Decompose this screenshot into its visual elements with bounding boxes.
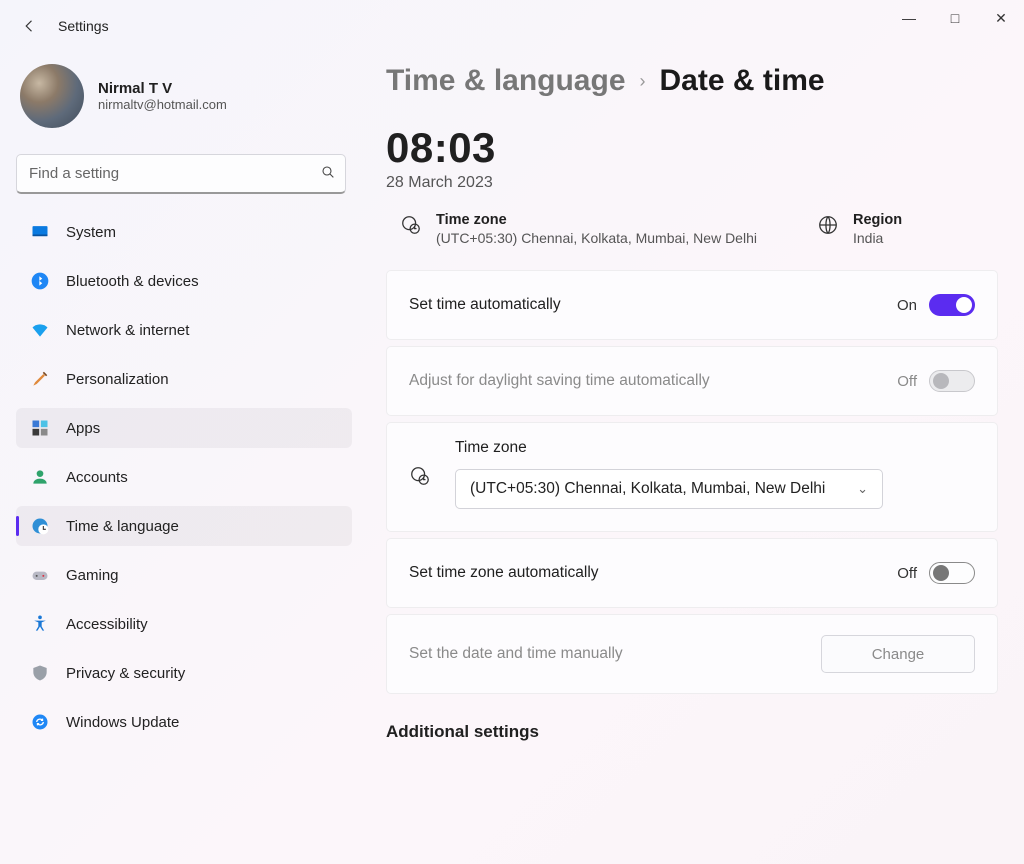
accessibility-icon — [30, 614, 50, 634]
update-icon — [30, 712, 50, 732]
summary-row: Time zone (UTC+05:30) Chennai, Kolkata, … — [386, 212, 998, 246]
sidebar-item-gaming[interactable]: Gaming — [16, 555, 352, 595]
sidebar-item-time-language[interactable]: Time & language — [16, 506, 352, 546]
avatar — [20, 64, 84, 128]
summary-timezone[interactable]: Time zone (UTC+05:30) Chennai, Kolkata, … — [400, 212, 757, 246]
breadcrumb-current: Date & time — [660, 64, 825, 98]
sidebar-item-label: Apps — [66, 420, 100, 437]
system-icon — [30, 222, 50, 242]
gaming-icon — [30, 565, 50, 585]
summary-region-label: Region — [853, 212, 902, 228]
window-controls: — □ ✕ — [886, 0, 1024, 36]
main-content: Time & language › Date & time 08:03 28 M… — [386, 64, 998, 864]
chevron-right-icon: › — [640, 71, 646, 92]
sidebar-item-label: Network & internet — [66, 322, 189, 339]
setting-set-tz-auto[interactable]: Set time zone automatically Off — [386, 538, 998, 608]
setting-label: Set time zone automatically — [409, 564, 599, 582]
back-icon[interactable] — [18, 14, 42, 38]
clock-globe-icon — [30, 516, 50, 536]
timezone-icon — [409, 465, 433, 492]
app-title: Settings — [58, 18, 109, 34]
sidebar-item-label: System — [66, 224, 116, 241]
setting-label: Adjust for daylight saving time automati… — [409, 372, 710, 390]
current-time: 08:03 — [386, 124, 998, 172]
search-icon — [320, 164, 336, 184]
summary-region[interactable]: Region India — [817, 212, 902, 246]
chevron-down-icon: ⌄ — [857, 481, 868, 497]
sidebar-item-label: Gaming — [66, 567, 119, 584]
search-box — [16, 154, 348, 194]
toggle-state: Off — [897, 565, 917, 582]
wifi-icon — [30, 320, 50, 340]
nav: System Bluetooth & devices Network & int… — [16, 212, 352, 749]
sidebar-item-apps[interactable]: Apps — [16, 408, 352, 448]
sidebar-item-windows-update[interactable]: Windows Update — [16, 702, 352, 742]
sidebar-item-network[interactable]: Network & internet — [16, 310, 352, 350]
summary-region-value: India — [853, 230, 902, 246]
setting-label: Set time automatically — [409, 296, 561, 314]
sidebar: Nirmal T V nirmaltv@hotmail.com System B… — [16, 58, 352, 749]
sidebar-item-label: Time & language — [66, 518, 179, 535]
breadcrumb-parent[interactable]: Time & language — [386, 64, 626, 98]
sidebar-item-label: Accounts — [66, 469, 128, 486]
sidebar-item-accessibility[interactable]: Accessibility — [16, 604, 352, 644]
globe-icon — [817, 214, 839, 236]
toggle-state: Off — [897, 373, 917, 390]
sidebar-item-label: Personalization — [66, 371, 169, 388]
sidebar-item-accounts[interactable]: Accounts — [16, 457, 352, 497]
sidebar-item-label: Accessibility — [66, 616, 148, 633]
current-date: 28 March 2023 — [386, 174, 998, 192]
accounts-icon — [30, 467, 50, 487]
toggle-set-time-auto[interactable] — [929, 294, 975, 316]
timezone-label: Time zone — [455, 439, 975, 457]
timezone-icon — [400, 214, 422, 236]
minimize-button[interactable]: — — [886, 0, 932, 36]
search-input[interactable] — [16, 154, 346, 194]
breadcrumb: Time & language › Date & time — [386, 64, 998, 98]
apps-icon — [30, 418, 50, 438]
sidebar-item-system[interactable]: System — [16, 212, 352, 252]
change-button[interactable]: Change — [821, 635, 975, 673]
close-button[interactable]: ✕ — [978, 0, 1024, 36]
profile-email: nirmaltv@hotmail.com — [98, 97, 227, 112]
additional-settings-header: Additional settings — [386, 722, 998, 742]
sidebar-item-label: Windows Update — [66, 714, 179, 731]
brush-icon — [30, 369, 50, 389]
sidebar-item-privacy[interactable]: Privacy & security — [16, 653, 352, 693]
setting-dst-auto: Adjust for daylight saving time automati… — [386, 346, 998, 416]
bluetooth-icon — [30, 271, 50, 291]
summary-timezone-label: Time zone — [436, 212, 757, 228]
toggle-state: On — [897, 297, 917, 314]
setting-label: Set the date and time manually — [409, 645, 623, 663]
toggle-set-tz-auto[interactable] — [929, 562, 975, 584]
timezone-select-value: (UTC+05:30) Chennai, Kolkata, Mumbai, Ne… — [470, 480, 825, 498]
profile-name: Nirmal T V — [98, 80, 227, 97]
profile-block[interactable]: Nirmal T V nirmaltv@hotmail.com — [16, 58, 352, 146]
sidebar-item-personalization[interactable]: Personalization — [16, 359, 352, 399]
sidebar-item-label: Privacy & security — [66, 665, 185, 682]
shield-icon — [30, 663, 50, 683]
setting-set-time-auto[interactable]: Set time automatically On — [386, 270, 998, 340]
timezone-select[interactable]: (UTC+05:30) Chennai, Kolkata, Mumbai, Ne… — [455, 469, 883, 509]
toggle-dst-auto — [929, 370, 975, 392]
setting-set-manual: Set the date and time manually Change — [386, 614, 998, 694]
setting-timezone: Time zone (UTC+05:30) Chennai, Kolkata, … — [386, 422, 998, 532]
sidebar-item-label: Bluetooth & devices — [66, 273, 199, 290]
summary-timezone-value: (UTC+05:30) Chennai, Kolkata, Mumbai, Ne… — [436, 230, 757, 246]
header: Settings — [18, 14, 109, 38]
maximize-button[interactable]: □ — [932, 0, 978, 36]
sidebar-item-bluetooth[interactable]: Bluetooth & devices — [16, 261, 352, 301]
